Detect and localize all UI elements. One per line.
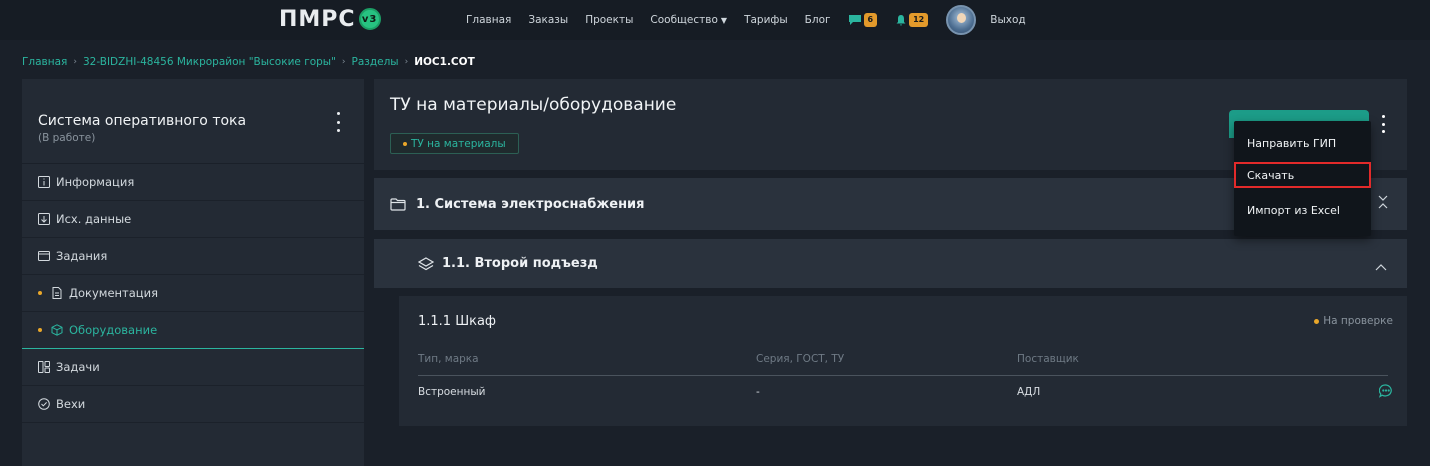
sidebar: Система оперативного тока (В работе) Инф… bbox=[22, 79, 364, 466]
kanban-icon bbox=[38, 361, 50, 373]
sidebar-item-label: Вехи bbox=[56, 397, 86, 411]
menu-item-download[interactable]: Скачать bbox=[1234, 162, 1371, 188]
breadcrumb-current: ИОС1.СОТ bbox=[414, 56, 475, 68]
status-dot bbox=[38, 291, 42, 295]
actions-dropdown: Направить ГИП Скачать Импорт из Excel bbox=[1234, 121, 1371, 236]
equipment-item-card: 1.1.1 Шкаф На проверке Тип, марка Серия,… bbox=[399, 296, 1407, 426]
sidebar-item-label: Исх. данные bbox=[56, 212, 132, 226]
check-circle-icon bbox=[38, 398, 50, 410]
nav-orders[interactable]: Заказы bbox=[528, 14, 568, 26]
breadcrumb: Главная › 32-BIDZHI-48456 Микрорайон "Вы… bbox=[22, 54, 475, 70]
category-tag[interactable]: ТУ на материалы bbox=[390, 133, 519, 154]
chevron-up-icon[interactable] bbox=[1375, 256, 1387, 275]
avatar[interactable] bbox=[946, 5, 977, 35]
cell-supplier: АДЛ bbox=[1017, 386, 1041, 398]
kebab-dot bbox=[336, 129, 340, 132]
item-title: 1.1.1 Шкаф bbox=[418, 314, 497, 329]
notifications-button[interactable]: 12 bbox=[895, 13, 929, 27]
logo-version-badge: v3 bbox=[358, 8, 381, 30]
chat-icon bbox=[848, 15, 861, 25]
notifications-count-badge: 12 bbox=[909, 13, 929, 27]
status-dot bbox=[1314, 318, 1320, 324]
nav-blog[interactable]: Блог bbox=[805, 14, 831, 26]
menu-item-send-to-gip[interactable]: Направить ГИП bbox=[1234, 130, 1371, 156]
kebab-dot bbox=[1381, 122, 1385, 126]
column-header-type: Тип, марка bbox=[418, 353, 479, 365]
sidebar-item-label: Задания bbox=[56, 249, 108, 263]
top-bar: ПМРС v3 Главная Заказы Проекты Сообществ… bbox=[0, 0, 1430, 40]
sidebar-menu-button[interactable] bbox=[334, 112, 342, 132]
layers-icon bbox=[418, 256, 434, 271]
sidebar-item-equipment[interactable]: Оборудование bbox=[22, 312, 364, 349]
cell-type: Встроенный bbox=[418, 386, 486, 398]
status-label: На проверке bbox=[1323, 315, 1393, 327]
kebab-dot bbox=[336, 112, 340, 115]
status-dot bbox=[38, 328, 42, 332]
breadcrumb-sections[interactable]: Разделы bbox=[352, 56, 399, 68]
sidebar-header: Система оперативного тока (В работе) bbox=[22, 79, 364, 164]
sidebar-item-label: Документация bbox=[69, 286, 159, 300]
breadcrumb-project[interactable]: 32-BIDZHI-48456 Микрорайон "Высокие горы… bbox=[83, 56, 336, 68]
cell-series: - bbox=[756, 386, 760, 398]
sidebar-nav: Информация Исх. данные Задания Документа… bbox=[22, 164, 364, 423]
comment-icon[interactable] bbox=[1379, 384, 1393, 398]
kebab-dot bbox=[1381, 115, 1385, 118]
document-icon bbox=[51, 287, 63, 299]
nav-community-label: Сообщество bbox=[650, 14, 718, 26]
sidebar-item-label: Задачи bbox=[56, 360, 100, 374]
logo-text: ПМРС bbox=[279, 6, 356, 32]
chevron-right-icon: › bbox=[341, 57, 346, 67]
table-divider bbox=[418, 375, 1388, 376]
sidebar-item-source-data[interactable]: Исх. данные bbox=[22, 201, 364, 238]
main-nav: Главная Заказы Проекты Сообщество ▼ Тариф… bbox=[466, 0, 1043, 40]
page-title: ТУ на материалы/оборудование bbox=[390, 95, 677, 115]
sidebar-item-label: Информация bbox=[56, 175, 135, 189]
subsection-title: 1.1. Второй подъезд bbox=[442, 256, 598, 271]
messages-button[interactable]: 6 bbox=[848, 13, 878, 27]
chevron-right-icon: › bbox=[404, 57, 409, 67]
info-icon bbox=[38, 176, 50, 188]
nav-projects[interactable]: Проекты bbox=[585, 14, 633, 26]
messages-count-badge: 6 bbox=[863, 13, 878, 27]
sidebar-item-milestones[interactable]: Вехи bbox=[22, 386, 364, 423]
nav-home[interactable]: Главная bbox=[466, 14, 511, 26]
logo[interactable]: ПМРС v3 bbox=[279, 6, 381, 32]
category-tag-label: ТУ на материалы bbox=[411, 137, 506, 150]
kebab-dot bbox=[336, 120, 340, 124]
status-dot bbox=[403, 141, 407, 146]
subsection-accordion[interactable]: 1.1. Второй подъезд bbox=[374, 239, 1407, 288]
bell-icon bbox=[896, 15, 906, 26]
column-header-series: Серия, ГОСТ, ТУ bbox=[756, 353, 845, 365]
column-header-supplier: Поставщик bbox=[1017, 353, 1079, 365]
section-title: 1. Система электроснабжения bbox=[416, 196, 645, 212]
sidebar-item-assignments[interactable]: Задания bbox=[22, 238, 364, 275]
logout-link[interactable]: Выход bbox=[990, 14, 1025, 26]
sidebar-item-label: Оборудование bbox=[69, 323, 158, 337]
sidebar-title: Система оперативного тока bbox=[38, 113, 247, 129]
sidebar-status: (В работе) bbox=[38, 132, 96, 144]
sidebar-item-tasks[interactable]: Задачи bbox=[22, 349, 364, 386]
folder-icon bbox=[390, 197, 406, 211]
status-badge: На проверке bbox=[1314, 315, 1393, 327]
sidebar-item-info[interactable]: Информация bbox=[22, 164, 364, 201]
download-icon bbox=[38, 213, 50, 225]
nav-tariffs[interactable]: Тарифы bbox=[744, 14, 788, 26]
box-icon bbox=[51, 324, 63, 336]
chevron-right-icon: › bbox=[73, 57, 77, 67]
nav-community[interactable]: Сообщество ▼ bbox=[650, 14, 727, 26]
tasks-icon bbox=[38, 250, 50, 262]
sidebar-item-documentation[interactable]: Документация bbox=[22, 275, 364, 312]
breadcrumb-home[interactable]: Главная bbox=[22, 56, 67, 68]
menu-item-import-excel[interactable]: Импорт из Excel bbox=[1234, 197, 1371, 223]
kebab-dot bbox=[1381, 130, 1385, 133]
chevron-down-icon: ▼ bbox=[720, 16, 728, 25]
more-options-button[interactable] bbox=[1380, 115, 1386, 133]
collapse-icon[interactable] bbox=[1377, 195, 1389, 213]
